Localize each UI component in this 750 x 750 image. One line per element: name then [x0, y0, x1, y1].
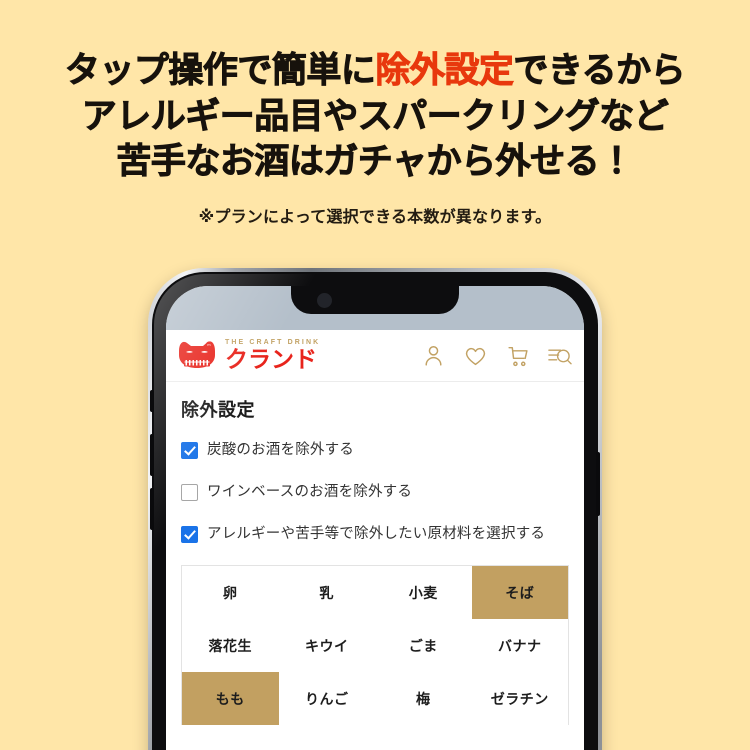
volume-down-button[interactable] [150, 488, 154, 530]
allergen-cell[interactable]: そば [471, 566, 568, 620]
site-header: m THE CRAFT DRINK クランド [166, 330, 584, 382]
checkbox-row-allergen[interactable]: アレルギーや苦手等で除外したい原材料を選択する [181, 524, 569, 546]
allergen-cell[interactable]: ごま [375, 619, 472, 672]
checkbox-carbonated[interactable] [181, 442, 198, 459]
brand-name: クランド [225, 347, 317, 373]
phone-mockup: m THE CRAFT DRINK クランド 除外設定 炭酸のお酒を除外する ワ… [148, 268, 602, 750]
notch [291, 286, 459, 314]
headline-seg: 苦手なお酒はガチャから外せる！ [116, 142, 635, 182]
phone-screen: m THE CRAFT DRINK クランド 除外設定 炭酸のお酒を除外する ワ… [166, 286, 584, 750]
brand-text: THE CRAFT DRINK クランド [225, 339, 320, 372]
account-icon[interactable] [421, 343, 446, 368]
allergen-cell[interactable]: キウイ [279, 619, 376, 672]
header-icon-group [421, 343, 572, 368]
exclusion-settings-panel: 除外設定 炭酸のお酒を除外する ワインベースのお酒を除外する アレルギーや苦手等… [166, 382, 584, 726]
app-viewport: m THE CRAFT DRINK クランド 除外設定 炭酸のお酒を除外する ワ… [166, 330, 584, 750]
power-button[interactable] [596, 452, 600, 516]
checkbox-label-carbonated: 炭酸のお酒を除外する [207, 442, 354, 458]
volume-up-button[interactable] [150, 434, 154, 476]
brand-logo[interactable]: m THE CRAFT DRINK クランド [176, 339, 320, 372]
svg-text:m: m [207, 343, 211, 347]
checkbox-winebase[interactable] [181, 483, 198, 501]
checkbox-row-carbonated[interactable]: 炭酸のお酒を除外する [181, 440, 569, 462]
favorite-icon[interactable] [463, 343, 488, 368]
allergen-grid: 卵乳小麦 そば落花生 キウイ ごま バナナもも りんご梅ゼラチン [181, 565, 569, 726]
cat-logo-icon: m [179, 340, 215, 368]
brand-kicker: THE CRAFT DRINK [225, 339, 321, 346]
checkbox-label-winebase: ワインベースのお酒を除外する [207, 483, 413, 500]
headline-line-1: タップ操作で簡単に除外設定できるから [0, 48, 750, 94]
headline-seg: できるから [513, 51, 686, 91]
front-camera-icon [317, 293, 332, 308]
allergen-cell[interactable]: 小麦 [375, 566, 472, 619]
promo-headline: タップ操作で簡単に除外設定できるから アレルギー品目やスパークリングなど 苦手な… [0, 0, 750, 185]
mute-switch[interactable] [150, 390, 154, 412]
page-title: 除外設定 [181, 400, 255, 420]
phone-body: m THE CRAFT DRINK クランド 除外設定 炭酸のお酒を除外する ワ… [150, 272, 600, 750]
allergen-cell[interactable]: バナナ [472, 619, 569, 672]
allergen-cell[interactable]: りんご [279, 672, 376, 725]
headline-accent-seg: 除外設定 [375, 51, 514, 91]
checkbox-label-allergen: アレルギーや苦手等で除外したい原材料を選択する [207, 525, 546, 542]
headline-seg: アレルギー品目やスパークリングなど [81, 96, 669, 136]
allergen-cell[interactable]: 落花生 [182, 619, 279, 672]
allergen-cell[interactable]: 乳 [279, 566, 376, 619]
headline-seg: タップ操作で簡単に [64, 51, 376, 91]
allergen-cell[interactable]: もも [182, 672, 279, 726]
checkbox-row-winebase[interactable]: ワインベースのお酒を除外する [181, 482, 569, 504]
allergen-cell[interactable]: 卵 [182, 566, 279, 619]
checkbox-allergen[interactable] [181, 525, 198, 543]
menu-search-icon[interactable] [547, 343, 572, 368]
headline-line-2: アレルギー品目やスパークリングなど [0, 94, 750, 140]
allergen-cell[interactable]: ゼラチン [472, 672, 569, 725]
cart-icon[interactable] [505, 343, 530, 368]
plan-note: ※プランによって選択できる本数が異なります。 [198, 208, 552, 226]
headline-line-3: 苦手なお酒はガチャから外せる！ [0, 139, 750, 185]
allergen-cell[interactable]: 梅 [375, 672, 472, 725]
